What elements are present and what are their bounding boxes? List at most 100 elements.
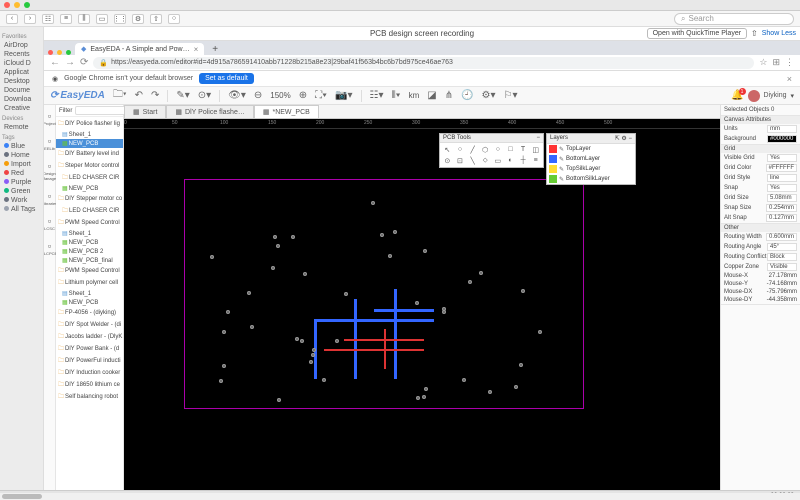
bookmark-icon[interactable]: ☆ (759, 57, 767, 68)
finder-tag-item[interactable]: Import (2, 160, 41, 169)
tree-item[interactable]: 🗀 FP-4056 - (diyking) (56, 307, 123, 319)
pcb-tool[interactable]: ▭ (492, 155, 505, 166)
tree-item[interactable]: 🗀 LED CHASER CIR (56, 205, 123, 217)
net-icon[interactable]: ✎▾ (176, 90, 189, 101)
history-icon[interactable]: 🕘 (461, 90, 473, 101)
tree-item[interactable]: 🗀 DlY Stepper motor co (56, 193, 123, 205)
view-column-button[interactable]: ⫼ (78, 14, 90, 24)
browser-forward-icon[interactable]: → (65, 57, 75, 68)
url-field[interactable]: 🔒 https://easyeda.com/editor#id=4d915a78… (93, 57, 754, 69)
pcb-tool[interactable]: ◐ (504, 155, 517, 166)
tree-item[interactable]: ▤ Sheet_1 (56, 229, 123, 238)
set-default-button[interactable]: Set as default (199, 73, 254, 84)
video-scrubber[interactable] (0, 493, 800, 500)
finder-tag-item[interactable]: Red (2, 169, 41, 178)
tree-item[interactable]: 🗀 Jacobs ladder - (DlyK (56, 331, 123, 343)
layers-settings-icon[interactable]: ⚙ (621, 136, 626, 142)
browser-reload-icon[interactable]: ⟳ (80, 57, 88, 68)
show-less-link[interactable]: Show Less (762, 30, 796, 37)
tree-item[interactable]: ▦ NEW_PCB (56, 139, 123, 148)
pcb-canvas[interactable]: PCB Tools − ↖○╱⬡○□T◫⊙⊡╲⬦▭◐┼≡ Layers ⇱ ⚙ … (124, 129, 720, 490)
pcb-tool[interactable]: ↖ (441, 144, 454, 155)
layer-toggle-icon[interactable]: ◪ (427, 90, 436, 101)
layer-row[interactable]: ✎BottomLayer (547, 154, 635, 164)
tree-item[interactable]: ▦ NEW_PCB (56, 184, 123, 193)
pcb-tool[interactable]: T (517, 144, 530, 155)
file-menu-icon[interactable]: 🗀▾ (113, 87, 127, 104)
camera-icon[interactable]: 📷▾ (335, 90, 352, 101)
tree-item[interactable]: 🗀 DlY Battery level ind (56, 148, 123, 160)
alt-snap-value[interactable]: 0.127mm (766, 214, 797, 222)
layers-panel[interactable]: Layers ⇱ ⚙ − ✎TopLayer✎BottomLayer✎TopSi… (546, 133, 636, 185)
pcb-tool[interactable]: ⊙ (441, 155, 454, 166)
new-tab-button[interactable]: + (208, 44, 222, 55)
maximize-window-dot[interactable] (24, 2, 30, 8)
forward-button[interactable]: › (24, 14, 36, 24)
tree-item[interactable]: 🗀 DlY Power Bank - (d (56, 343, 123, 355)
routing-conflict-value[interactable]: Block (767, 253, 797, 261)
tree-item[interactable]: 🗀 Steper Motor control (56, 160, 123, 172)
tab-close-icon[interactable]: × (194, 45, 199, 54)
finder-sidebar-item[interactable]: Downloa (2, 95, 41, 104)
zoom-value[interactable]: 150% (270, 91, 290, 100)
pcb-tool[interactable]: ≡ (529, 155, 542, 166)
view-icon[interactable]: 👁▾ (228, 90, 246, 101)
layers-close-icon[interactable]: − (628, 136, 632, 142)
finder-tag-item[interactable]: Green (2, 187, 41, 196)
project-tree[interactable]: 🗀 DlY Police flasher lig▤ Sheet_1▦ NEW_P… (56, 117, 123, 490)
view-icon-button[interactable]: ☷ (42, 14, 54, 24)
share-button[interactable]: ⇧ (150, 14, 162, 24)
zoom-in-icon[interactable]: ⊕ (299, 90, 307, 101)
finder-sidebar-item[interactable]: Recents (2, 50, 41, 59)
rail-item[interactable]: ▫LCSC (44, 216, 55, 231)
scrubber-thumb[interactable] (2, 494, 42, 499)
pcb-tool[interactable]: ┼ (517, 155, 530, 166)
tree-item[interactable]: ▦ NEW_PCB (56, 298, 123, 307)
tree-item[interactable]: ▦ NEW_PCB 2 (56, 247, 123, 256)
zoom-out-icon[interactable]: ⊖ (254, 90, 262, 101)
share-icon[interactable]: ⇧ (751, 29, 758, 38)
tree-item[interactable]: ▦ NEW_PCB_final (56, 256, 123, 265)
units-value[interactable]: mm (767, 125, 797, 133)
grid-color-value[interactable]: #FFFFFF (766, 164, 797, 172)
finder-tag-item[interactable]: Home (2, 151, 41, 160)
unit-label[interactable]: km (409, 91, 420, 100)
finder-sidebar-item[interactable]: iCloud D (2, 59, 41, 68)
rail-item[interactable]: ▫EELib (44, 136, 55, 151)
document-tab[interactable]: ▦*NEW_PCB (254, 105, 319, 118)
infobar-close-icon[interactable]: × (787, 74, 792, 84)
pcb-tool[interactable]: ╱ (466, 144, 479, 155)
pcb-tool[interactable]: ○ (454, 144, 467, 155)
document-tab[interactable]: ▦DlY Police flashe… (166, 105, 253, 118)
action-button[interactable]: ⚙ (132, 14, 144, 24)
routing-width-value[interactable]: 0.600mm (766, 233, 797, 241)
bg-value[interactable]: #000000 (767, 135, 797, 143)
user-avatar[interactable] (748, 90, 760, 102)
snap-size-value[interactable]: 0.254mm (766, 204, 797, 212)
tree-item[interactable]: 🗀 DlY Police flasher lig (56, 118, 123, 130)
view-list-button[interactable]: ≡ (60, 14, 72, 24)
tree-item[interactable]: 🗀 DlY Spot Welder - (di (56, 319, 123, 331)
finder-search[interactable]: ⌕ Search (674, 13, 794, 25)
fit-icon[interactable]: ⛶▾ (315, 90, 327, 101)
view-gallery-button[interactable]: ▭ (96, 14, 108, 24)
notification-icon[interactable]: 🔔1 (731, 90, 743, 101)
minimize-window-dot[interactable] (14, 2, 20, 8)
pcb-tool[interactable]: ◫ (529, 144, 542, 155)
help-icon[interactable]: ⚐▾ (504, 90, 518, 101)
pcb-tool[interactable]: □ (504, 144, 517, 155)
pcb-tool[interactable]: ⊡ (454, 155, 467, 166)
tree-item[interactable]: 🗀 PWM Speed Control (56, 265, 123, 277)
copper-zone-value[interactable]: Visible (767, 263, 797, 271)
tree-item[interactable]: 🗀 Self balancing robot (56, 391, 123, 403)
group-button[interactable]: ⋮⋮ (114, 14, 126, 24)
browser-tab[interactable]: ◆ EasyEDA - A Simple and Pow… × (75, 43, 204, 55)
finder-tag-item[interactable]: Purple (2, 178, 41, 187)
document-tab[interactable]: ▦Start (124, 105, 166, 118)
align-icon[interactable]: ☷▾ (370, 90, 384, 101)
rail-item[interactable]: ▫Project (44, 111, 56, 126)
tree-item[interactable]: ▤ Sheet_1 (56, 130, 123, 139)
finder-tag-item[interactable]: Work (2, 196, 41, 205)
tag-button[interactable]: ○ (168, 14, 180, 24)
finder-sidebar-item[interactable]: Docume (2, 86, 41, 95)
